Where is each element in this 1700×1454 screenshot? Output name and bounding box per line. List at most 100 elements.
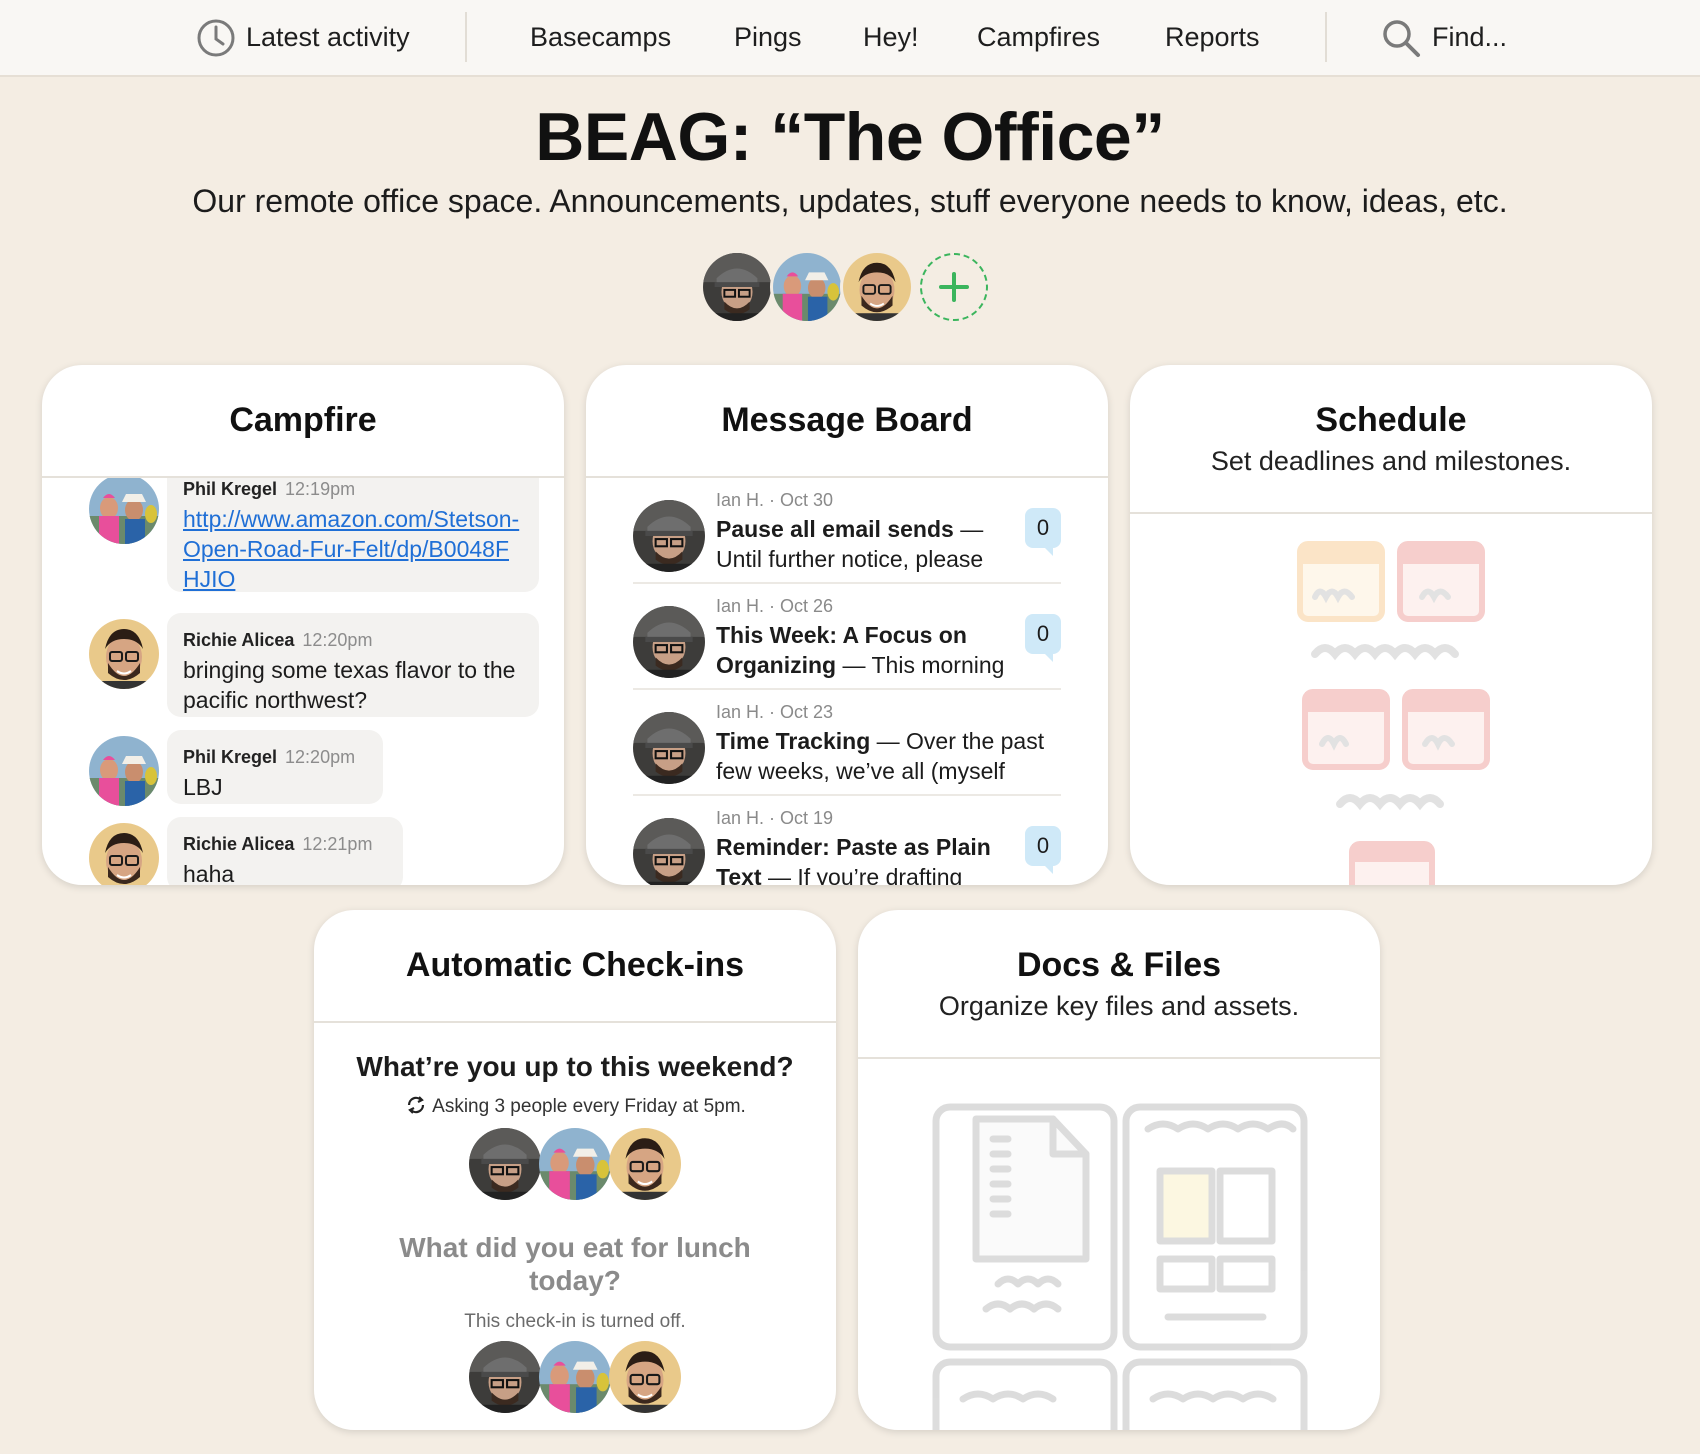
- message-excerpt: — If you’re drafting: [767, 864, 963, 885]
- chat-message: haha: [183, 861, 235, 885]
- message-item[interactable]: Ian H. · Oct 26 This Week: A Focus on Or…: [633, 584, 1061, 690]
- checkin-question-title: What’re you up to this weekend?: [356, 1051, 794, 1082]
- message-subject: Time Tracking: [716, 728, 871, 754]
- docs-illustration: [858, 1059, 1380, 1430]
- message-meta: Ian H. · Oct 26: [716, 596, 834, 616]
- message-meta: Ian H. · Oct 23: [716, 702, 834, 722]
- chat-bubble: Phil Kregel 12:20pm LBJ: [167, 730, 383, 804]
- comment-count-badge: 0: [1025, 826, 1061, 874]
- avatar[interactable]: [700, 250, 774, 324]
- message-board-header: Message Board: [586, 365, 1108, 478]
- docs-subtitle: Organize key files and assets.: [938, 991, 1300, 1021]
- chat-bubble: Richie Alicea 12:20pm bringing some texas…: [167, 613, 539, 717]
- chat-author: Phil Kregel: [183, 747, 278, 767]
- campfire-title[interactable]: Campfire: [42, 401, 564, 440]
- schedule-subtitle: Set deadlines and milestones.: [1210, 446, 1572, 476]
- files-illustration-icon: [932, 1103, 1308, 1430]
- chat-author: Richie Alicea: [183, 834, 295, 854]
- avatar[interactable]: [840, 250, 914, 324]
- comment-count-badge: 0: [1025, 614, 1061, 662]
- search-icon: [1383, 19, 1420, 57]
- message-text: Pause all email sends — Until further no…: [716, 514, 1016, 574]
- avatar: [539, 1128, 611, 1200]
- add-people-button[interactable]: [920, 253, 988, 321]
- message-board-title[interactable]: Message Board: [586, 401, 1108, 440]
- message-meta: Ian H. · Oct 30: [716, 490, 834, 510]
- checkin-participants: [469, 1341, 689, 1413]
- project-people: [700, 250, 1000, 324]
- avatar[interactable]: [770, 250, 844, 324]
- schedule-card[interactable]: Schedule Set deadlines and milestones.: [1130, 365, 1652, 885]
- chat-time: 12:21pm: [302, 834, 373, 854]
- docs-files-card[interactable]: Docs & Files Organize key files and asse…: [858, 910, 1380, 1430]
- chat-message: LBJ: [183, 774, 223, 800]
- message-text: Time Tracking — Over the past few weeks,…: [716, 726, 1056, 786]
- avatar[interactable]: [89, 823, 159, 885]
- avatar: [469, 1128, 541, 1200]
- nav-find[interactable]: Find...: [1380, 0, 1507, 75]
- checkins-title[interactable]: Automatic Check-ins: [314, 946, 836, 985]
- message-excerpt: — This morning: [842, 652, 1005, 678]
- calendar-illustration-icon: [1297, 541, 1490, 885]
- message-list: Ian H. · Oct 30 Pause all email sends — …: [586, 478, 1108, 885]
- chat-link[interactable]: http://www.amazon.com/Stetson-Open-Road-…: [183, 506, 519, 592]
- nav-latest-activity[interactable]: Latest activity: [196, 0, 410, 75]
- message-item[interactable]: Ian H. · Oct 23 Time Tracking — Over the…: [633, 690, 1061, 796]
- avatar: [633, 500, 705, 572]
- avatar: [539, 1341, 611, 1413]
- avatar: [633, 712, 705, 784]
- nav-hey[interactable]: Hey!: [863, 0, 919, 75]
- comment-count-badge: 0: [1025, 508, 1061, 556]
- avatar: [469, 1341, 541, 1413]
- nav-divider: [1325, 12, 1327, 62]
- message-text: Reminder: Paste as Plain Text — If you’r…: [716, 832, 1016, 885]
- chat-time: 12:20pm: [285, 747, 356, 767]
- clock-icon: [197, 19, 235, 56]
- nav-pings[interactable]: Pings: [734, 0, 802, 75]
- chat-author: Richie Alicea: [183, 630, 295, 650]
- repeat-icon: [408, 1096, 425, 1114]
- avatar: [633, 818, 705, 885]
- chat-time: 12:20pm: [302, 630, 373, 650]
- plus-icon: [939, 272, 969, 302]
- message-subject: Pause all email sends: [716, 516, 954, 542]
- message-item[interactable]: Ian H. · Oct 19 Reminder: Paste as Plain…: [633, 796, 1061, 885]
- chat-bubble: Richie Alicea 12:21pm haha: [167, 817, 403, 885]
- nav-latest-activity-label: Latest activity: [246, 22, 410, 52]
- message-item[interactable]: Ian H. · Oct 30 Pause all email sends — …: [633, 478, 1061, 584]
- docs-title[interactable]: Docs & Files: [858, 946, 1380, 985]
- avatar: [609, 1341, 681, 1413]
- chat-bubble: Phil Kregel 12:19pm http://www.amazon.com…: [167, 478, 539, 592]
- avatar[interactable]: [89, 478, 159, 544]
- checkin-schedule-text: Asking 3 people every Friday at 5pm.: [432, 1096, 746, 1117]
- checkins-card[interactable]: Automatic Check-ins What’re you up to th…: [314, 910, 836, 1430]
- campfire-chat[interactable]: Phil Kregel 12:19pm http://www.amazon.com…: [42, 478, 564, 885]
- project-title[interactable]: BEAG: “The Office”: [0, 98, 1700, 176]
- message-board-card[interactable]: Message Board Ian H. · Oct 30 Pause all …: [586, 365, 1108, 885]
- message-text: This Week: A Focus on Organizing — This …: [716, 620, 1016, 680]
- top-nav: Latest activity Basecamps Pings Hey! Cam…: [0, 0, 1700, 77]
- checkin-status: This check-in is turned off.: [464, 1311, 686, 1332]
- avatar[interactable]: [89, 619, 159, 689]
- nav-divider: [465, 12, 467, 62]
- schedule-illustration: [1130, 514, 1652, 885]
- checkin-question-title: What did you eat for lunch today?: [399, 1232, 751, 1296]
- nav-reports[interactable]: Reports: [1165, 0, 1260, 75]
- avatar[interactable]: [89, 736, 159, 806]
- checkin-schedule: Asking 3 people every Friday at 5pm.: [314, 1093, 836, 1118]
- nav-campfires[interactable]: Campfires: [977, 0, 1100, 75]
- chat-time: 12:19pm: [285, 479, 356, 499]
- avatar: [609, 1128, 681, 1200]
- checkins-list: What’re you up to this weekend? Asking 3…: [314, 1023, 836, 1430]
- checkins-header: Automatic Check-ins: [314, 910, 836, 1023]
- checkin-participants: [469, 1128, 689, 1200]
- schedule-header: Schedule Set deadlines and milestones.: [1130, 365, 1652, 514]
- nav-find-label: Find...: [1432, 22, 1508, 52]
- chat-message: bringing some texas flavor to the pacifi…: [183, 657, 516, 713]
- message-meta: Ian H. · Oct 19: [716, 808, 834, 828]
- docs-header: Docs & Files Organize key files and asse…: [858, 910, 1380, 1059]
- campfire-header: Campfire: [42, 365, 564, 478]
- nav-basecamps[interactable]: Basecamps: [530, 0, 671, 75]
- schedule-title[interactable]: Schedule: [1130, 401, 1652, 440]
- campfire-card[interactable]: Campfire Phil Kregel 12:19pm http://www.a…: [42, 365, 564, 885]
